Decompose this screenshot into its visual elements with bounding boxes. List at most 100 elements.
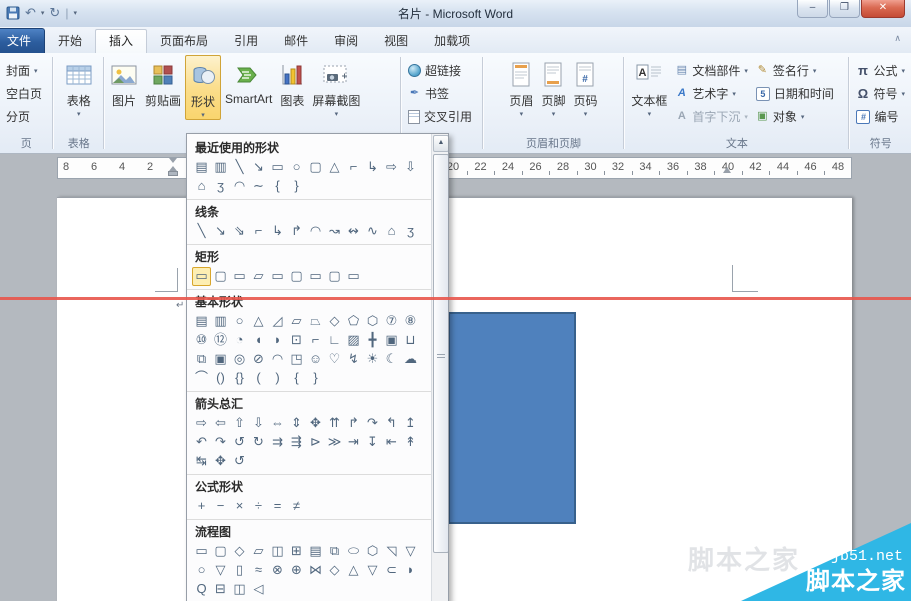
shape-icon[interactable]: ↥ (401, 414, 420, 433)
shape-icon[interactable]: ▭ (306, 267, 325, 286)
shape-icon[interactable]: ↳ (268, 222, 287, 241)
shape-icon[interactable]: ◳ (287, 350, 306, 369)
shape-icon[interactable]: ▯ (230, 561, 249, 580)
shape-icon[interactable]: ◹ (382, 542, 401, 561)
shape-icon[interactable]: { (268, 177, 287, 196)
shape-icon[interactable]: ) (268, 369, 287, 388)
shape-icon[interactable]: × (230, 497, 249, 516)
shape-icon[interactable]: ⬠ (344, 312, 363, 331)
shapes-scrollbar[interactable]: ▲ (431, 134, 448, 601)
shape-icon[interactable]: ◇ (230, 542, 249, 561)
first-line-indent-marker[interactable] (169, 158, 177, 163)
shape-icon[interactable]: ◇ (325, 561, 344, 580)
shape-icon[interactable]: − (211, 497, 230, 516)
shape-icon[interactable]: ∟ (325, 331, 344, 350)
shape-icon[interactable]: ↹ (192, 452, 211, 471)
shape-icon[interactable]: ⊡ (287, 331, 306, 350)
shape-icon[interactable]: ▭ (230, 267, 249, 286)
shape-icon[interactable]: ⑩ (192, 331, 211, 350)
shape-icon[interactable]: ⇉ (268, 433, 287, 452)
shape-icon[interactable]: Q (192, 580, 211, 599)
shape-icon[interactable]: ⌐ (249, 222, 268, 241)
number-button[interactable]: # 编号 (852, 105, 909, 128)
tab-file[interactable]: 文件 (0, 28, 46, 53)
shape-icon[interactable]: ↳ (363, 158, 382, 177)
shape-icon[interactable]: ⇘ (230, 222, 249, 241)
shape-icon[interactable]: ⇶ (287, 433, 306, 452)
shapes-button[interactable]: 形状 ▾ (185, 55, 222, 120)
shape-icon[interactable]: ▭ (344, 267, 363, 286)
close-button[interactable]: ✕ (861, 0, 905, 18)
shape-icon[interactable]: ⊔ (401, 331, 420, 350)
shape-icon[interactable]: ∼ (249, 177, 268, 196)
shape-icon[interactable]: ⧉ (325, 542, 344, 561)
symbol-button[interactable]: Ω 符号 ▾ (852, 82, 909, 105)
shape-icon[interactable]: ⇦ (211, 414, 230, 433)
quick-parts-button[interactable]: ▤ 文档部件 ▾ (671, 59, 752, 82)
shape-icon[interactable]: ↘ (211, 222, 230, 241)
shape-icon[interactable]: ⇩ (401, 158, 420, 177)
shape-icon[interactable]: ▢ (287, 267, 306, 286)
shape-icon[interactable]: ( (249, 369, 268, 388)
tab-review[interactable]: 审阅 (321, 30, 371, 53)
shape-icon[interactable]: ✥ (211, 452, 230, 471)
shape-icon[interactable]: ⌒ (192, 369, 211, 388)
shape-icon[interactable]: ◠ (230, 177, 249, 196)
shape-icon[interactable]: ≈ (249, 561, 268, 580)
shape-icon[interactable]: ↷ (211, 433, 230, 452)
tab-addins[interactable]: 加载项 (421, 30, 483, 53)
shape-icon[interactable]: ⇧ (230, 414, 249, 433)
shape-icon[interactable]: ▢ (211, 267, 230, 286)
shape-icon[interactable]: ▽ (363, 561, 382, 580)
shape-icon[interactable]: ▭ (192, 267, 211, 286)
shape-icon[interactable]: ◇ (325, 312, 344, 331)
object-button[interactable]: ▣ 对象 ▾ (752, 105, 838, 128)
shape-icon[interactable]: ʒ (401, 222, 420, 241)
shape-icon[interactable]: { (287, 369, 306, 388)
shape-icon[interactable]: ◁ (249, 580, 268, 599)
text-box-button[interactable]: A 文本框 ▾ (627, 55, 671, 118)
blank-page-button[interactable]: 空白页 (2, 82, 46, 105)
shape-icon[interactable]: ▽ (211, 561, 230, 580)
maximize-button[interactable]: ❐ (829, 0, 860, 18)
shape-icon[interactable]: } (306, 369, 325, 388)
shape-icon[interactable]: ⑧ (401, 312, 420, 331)
shape-icon[interactable]: ⊕ (287, 561, 306, 580)
shape-icon[interactable]: ▥ (211, 312, 230, 331)
bookmark-button[interactable]: ✒ 书签 (404, 82, 476, 105)
shape-icon[interactable]: ⑦ (382, 312, 401, 331)
shape-icon[interactable]: ▣ (382, 331, 401, 350)
shape-icon[interactable]: ▭ (192, 542, 211, 561)
shape-icon[interactable]: ▤ (192, 158, 211, 177)
shape-icon[interactable]: ≠ (287, 497, 306, 516)
shape-icon[interactable]: ╋ (363, 331, 382, 350)
shape-icon[interactable]: () (211, 369, 230, 388)
shape-icon[interactable]: ▭ (268, 158, 287, 177)
shape-icon[interactable]: ◫ (268, 542, 287, 561)
shape-icon[interactable]: ◗ (401, 561, 420, 580)
shape-icon[interactable]: ╲ (192, 222, 211, 241)
inserted-rectangle-shape[interactable] (448, 312, 576, 524)
shape-icon[interactable]: ⇤ (382, 433, 401, 452)
shape-icon[interactable]: ∿ (363, 222, 382, 241)
shape-icon[interactable]: ↟ (401, 433, 420, 452)
shape-icon[interactable]: ⊂ (382, 561, 401, 580)
shape-icon[interactable]: ▣ (211, 350, 230, 369)
wordart-button[interactable]: A 艺术字 ▾ (671, 82, 752, 105)
shape-icon[interactable]: ⇈ (325, 414, 344, 433)
shape-icon[interactable]: ▽ (401, 542, 420, 561)
shape-icon[interactable]: ◎ (230, 350, 249, 369)
table-button[interactable]: 表格 ▾ (62, 55, 96, 118)
signature-line-button[interactable]: ✎ 签名行 ▾ (752, 59, 838, 82)
shape-icon[interactable]: ⬡ (363, 542, 382, 561)
shape-icon[interactable]: ↱ (287, 222, 306, 241)
shape-icon[interactable]: △ (325, 158, 344, 177)
clipart-button[interactable]: 剪贴画 (141, 55, 185, 109)
shape-icon[interactable]: ⌐ (306, 331, 325, 350)
shape-icon[interactable]: ⌂ (382, 222, 401, 241)
shape-icon[interactable]: ◿ (268, 312, 287, 331)
shape-icon[interactable]: = (268, 497, 287, 516)
shape-icon[interactable]: ⊟ (211, 580, 230, 599)
chart-button[interactable]: 图表 (276, 55, 308, 109)
cross-reference-button[interactable]: 交叉引用 (404, 105, 476, 128)
